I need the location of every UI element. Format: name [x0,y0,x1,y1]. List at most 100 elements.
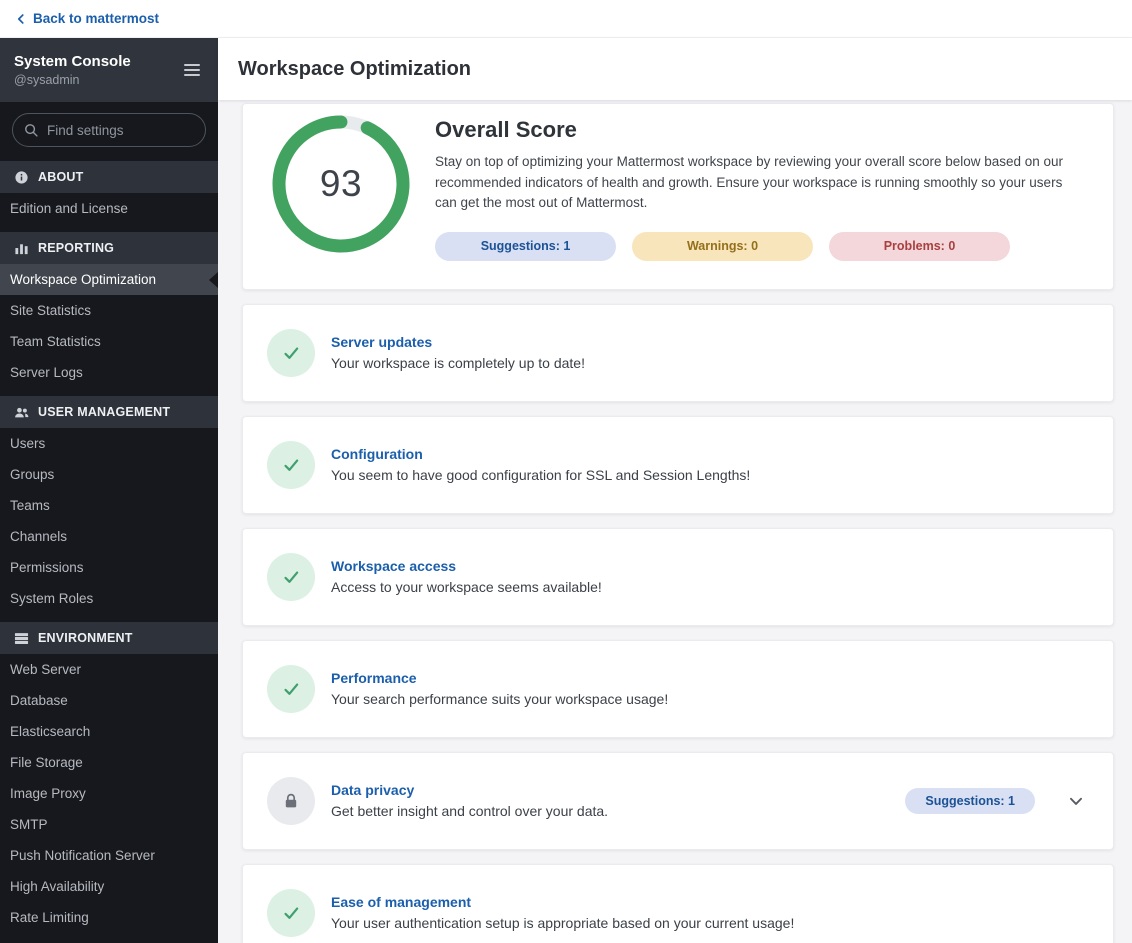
sidebar-section-user-management: USER MANAGEMENT [0,396,218,428]
info-icon [14,170,29,185]
content: 93 Overall Score Stay on top of optimizi… [218,100,1132,943]
sidebar-item-label: Elasticsearch [10,724,91,739]
sidebar-section-reporting: REPORTING [0,232,218,264]
sidebar-header: System Console @sysadmin [0,38,218,102]
sidebar-item-edition-and-license[interactable]: Edition and License [0,193,218,224]
sidebar-item-label: Edition and License [10,201,128,216]
users-icon [14,405,29,420]
sidebar-item-label: Image Proxy [10,786,86,801]
sidebar-item-label: High Availability [10,879,105,894]
sidebar-item-channels[interactable]: Channels [0,521,218,552]
card-data-privacy[interactable]: Data privacy Get better insight and cont… [242,751,1114,850]
sidebar-item-rate-limiting[interactable]: Rate Limiting [0,902,218,933]
sidebar-item-label: File Storage [10,755,83,770]
score-value: 93 [319,163,363,204]
console-username: @sysadmin [14,73,80,87]
main-area: Workspace Optimization 93 Overall Score … [218,38,1132,943]
sidebar: System Console @sysadmin ABOUT Edition a… [0,38,218,943]
chevron-down-icon[interactable] [1067,792,1085,810]
main-header: Workspace Optimization [218,38,1132,100]
card-description: Access to your workspace seems available… [331,579,602,596]
sidebar-item-file-storage[interactable]: File Storage [0,747,218,778]
sidebar-item-server-logs[interactable]: Server Logs [0,357,218,388]
card-actions: Suggestions: 1 [905,787,1089,814]
card-title-link[interactable]: Data privacy [331,782,889,798]
score-donut: 93 [271,114,411,254]
console-title: System Console [14,53,131,70]
card-title-link[interactable]: Ease of management [331,894,1089,910]
sidebar-item-system-roles[interactable]: System Roles [0,583,218,614]
sidebar-item-web-server[interactable]: Web Server [0,654,218,685]
server-icon [14,631,29,646]
sidebar-item-workspace-optimization[interactable]: Workspace Optimization [0,264,218,295]
card-title-link[interactable]: Performance [331,670,1089,686]
sidebar-item-label: Channels [10,529,68,544]
sidebar-item-push-notification-server[interactable]: Push Notification Server [0,840,218,871]
card-workspace-access: Workspace access Access to your workspac… [242,527,1114,626]
section-label: USER MANAGEMENT [38,405,171,419]
sidebar-item-label: Permissions [10,560,84,575]
sidebar-section-environment: ENVIRONMENT [0,622,218,654]
sidebar-item-label: Server Logs [10,365,83,380]
lock-circle [267,776,315,825]
sidebar-item-team-statistics[interactable]: Team Statistics [0,326,218,357]
card-title-link[interactable]: Server updates [331,334,1089,350]
back-to-mattermost-link[interactable]: Back to mattermost [14,11,159,26]
overall-score-card: 93 Overall Score Stay on top of optimizi… [242,103,1114,290]
section-label: ENVIRONMENT [38,631,133,645]
card-text: Ease of management Your user authenticat… [331,894,1089,931]
overview-description: Stay on top of optimizing your Mattermos… [435,154,1064,211]
check-circle [267,664,315,713]
section-label: ABOUT [38,170,84,184]
back-link-label: Back to mattermost [33,11,160,26]
sidebar-item-smtp[interactable]: SMTP [0,809,218,840]
check-icon [284,459,299,471]
check-circle [267,888,315,937]
sidebar-item-high-availability[interactable]: High Availability [0,871,218,902]
sidebar-item-teams[interactable]: Teams [0,490,218,521]
card-text: Server updates Your workspace is complet… [331,334,1089,371]
sidebar-item-elasticsearch[interactable]: Elasticsearch [0,716,218,747]
check-circle [267,552,315,601]
check-circle [267,440,315,489]
app-body: System Console @sysadmin ABOUT Edition a… [0,38,1132,943]
overview-text: Overall Score Stay on top of optimizing … [435,114,1085,261]
card-title-link[interactable]: Configuration [331,446,1089,462]
search-icon [24,123,39,138]
sidebar-item-label: Teams [10,498,50,513]
lock-icon [284,793,298,808]
sidebar-item-label: Groups [10,467,55,482]
suggestions-badge: Suggestions: 1 [905,787,1035,814]
sidebar-item-label: Workspace Optimization [10,272,157,287]
sidebar-item-users[interactable]: Users [0,428,218,459]
sidebar-item-site-statistics[interactable]: Site Statistics [0,295,218,326]
sidebar-item-permissions[interactable]: Permissions [0,552,218,583]
score-badges: Suggestions: 1 Warnings: 0 Problems: 0 [435,231,1010,261]
sidebar-item-groups[interactable]: Groups [0,459,218,490]
card-description: You seem to have good configuration for … [331,467,751,484]
suggestions-count-badge: Suggestions: 1 [435,231,616,261]
sidebar-section-about: ABOUT [0,161,218,193]
card-description: Your search performance suits your works… [331,691,669,708]
card-text: Workspace access Access to your workspac… [331,558,1089,595]
card-description: Your workspace is completely up to date! [331,355,585,372]
sidebar-item-label: Rate Limiting [10,910,89,925]
sidebar-item-label: Web Server [10,662,82,677]
sidebar-item-label: Users [10,436,46,451]
hamburger-menu-icon[interactable] [180,60,204,80]
sidebar-item-image-proxy[interactable]: Image Proxy [0,778,218,809]
sidebar-item-label: System Roles [10,591,94,606]
check-icon [284,571,299,583]
chevron-left-icon [17,13,24,24]
search-input[interactable] [12,113,206,147]
card-title-link[interactable]: Workspace access [331,558,1089,574]
sidebar-item-label: Push Notification Server [10,848,155,863]
card-text: Configuration You seem to have good conf… [331,446,1089,483]
card-configuration: Configuration You seem to have good conf… [242,415,1114,514]
sidebar-item-label: SMTP [10,817,48,832]
check-icon [284,907,299,919]
sidebar-item-database[interactable]: Database [0,685,218,716]
warnings-count-badge: Warnings: 0 [632,231,813,261]
card-ease-of-management: Ease of management Your user authenticat… [242,863,1114,943]
overview-title: Overall Score [435,117,577,142]
